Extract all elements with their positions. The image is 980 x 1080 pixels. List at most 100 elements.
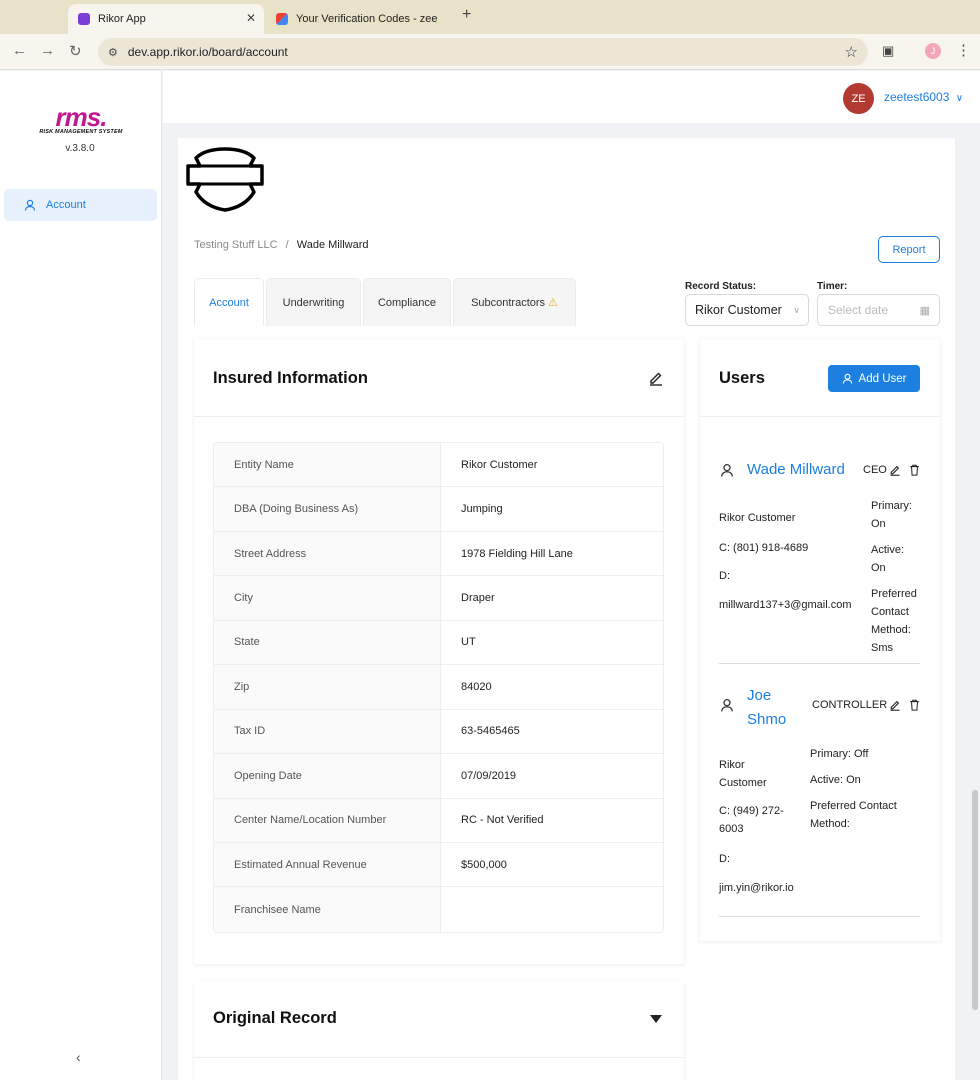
add-user-label: Add User xyxy=(858,372,907,385)
forward-icon[interactable]: → xyxy=(40,42,55,59)
insured-information-card: Insured Information Entity Name Rikor Cus… xyxy=(194,339,684,964)
name-line: Shmo xyxy=(747,711,787,728)
company-line: Rikor xyxy=(719,759,745,771)
row-value: RC - Not Verified xyxy=(461,814,544,827)
user-icon xyxy=(842,373,852,384)
bookmark-star-icon[interactable]: ☆ xyxy=(845,43,858,61)
user-role: CONTROLLER xyxy=(812,699,888,711)
browser-tab-gmail[interactable]: Your Verification Codes - zee xyxy=(266,4,456,34)
row-label: Estimated Annual Revenue xyxy=(214,842,441,887)
tab-underwriting[interactable]: Underwriting xyxy=(266,278,361,326)
username-label: zeetest6003 xyxy=(884,90,950,104)
user-name-link[interactable]: Wade Millward xyxy=(747,461,845,478)
edit-icon[interactable] xyxy=(889,464,901,476)
record-status-select[interactable]: Rikor Customer ∨ xyxy=(685,294,809,326)
row-value: 84020 xyxy=(461,680,492,693)
user-d: D: xyxy=(719,853,730,865)
row-value xyxy=(441,887,663,931)
breadcrumb-parent[interactable]: Testing Stuff LLC xyxy=(194,239,278,251)
user-phone: C: (801) 918-4689 xyxy=(719,542,809,554)
add-user-button[interactable]: Add User xyxy=(828,365,920,392)
row-value: UT xyxy=(461,636,476,649)
user-active: Active: On xyxy=(810,774,861,786)
row-value: 1978 Fielding Hill Lane xyxy=(461,547,573,560)
page-scrollbar[interactable] xyxy=(972,790,978,1010)
address-bar[interactable]: ⚙ dev.app.rikor.io/board/account ☆ xyxy=(98,38,868,66)
user-icon xyxy=(24,199,36,211)
user-email: jim.yin@rikor.io xyxy=(719,882,794,894)
pref-label: Contact xyxy=(871,606,909,618)
row-value: $500,000 xyxy=(461,858,507,871)
row-label: Franchisee Name xyxy=(214,887,441,932)
tab-account[interactable]: Account xyxy=(194,278,264,326)
avatar[interactable]: ZE xyxy=(843,83,874,114)
user-company: Rikor Customer xyxy=(719,756,767,792)
chevron-left-icon[interactable]: ‹ xyxy=(76,1049,81,1065)
warning-icon: ⚠ xyxy=(548,297,558,309)
record-status-label: Record Status: xyxy=(685,281,757,292)
new-tab-icon[interactable]: + xyxy=(462,6,471,24)
gmail-favicon-icon xyxy=(276,13,288,25)
sidebar: rms. RISK MANAGEMENT SYSTEM v.3.8.0 Acco… xyxy=(0,71,162,1080)
user-name-link[interactable]: Joe Shmo xyxy=(747,684,786,732)
user-d: D: xyxy=(719,570,730,582)
trash-icon[interactable] xyxy=(909,464,920,476)
sidebar-item-account[interactable]: Account xyxy=(4,189,157,221)
table-row: State UT xyxy=(214,620,663,666)
rms-logo: rms. RISK MANAGEMENT SYSTEM xyxy=(36,104,126,135)
company-line: Customer xyxy=(719,777,767,789)
trash-icon[interactable] xyxy=(909,699,920,711)
user-primary: Primary: On xyxy=(871,497,912,533)
user-role: CEO xyxy=(863,464,887,476)
table-row: Tax ID 63-5465465 xyxy=(214,709,663,755)
active-label: Active: xyxy=(871,544,905,556)
user-icon xyxy=(721,698,733,712)
main-panel: Testing Stuff LLC / Wade Millward Report… xyxy=(178,138,955,1080)
users-card: Users Add User Wade Millward CEO Rikor C… xyxy=(700,339,940,941)
chevron-down-icon: ∨ xyxy=(955,93,964,104)
row-label: Zip xyxy=(214,665,441,709)
browser-toolbar: ← → ↻ ⚙ dev.app.rikor.io/board/account ☆… xyxy=(0,34,980,70)
table-row: DBA (Doing Business As) Jumping xyxy=(214,487,663,532)
original-record-card[interactable]: Original Record xyxy=(194,981,684,1080)
user-active: Active: On xyxy=(871,541,904,577)
row-label: Entity Name xyxy=(214,443,441,487)
app-header: ZE zeetest6003 ∨ xyxy=(163,71,980,123)
user-email: millward137+3@gmail.com xyxy=(719,599,852,611)
report-button[interactable]: Report xyxy=(878,236,940,263)
table-row: Center Name/Location Number RC - Not Veri… xyxy=(214,798,663,843)
browser-tab-rikor[interactable]: Rikor App ✕ xyxy=(68,4,264,34)
tab-search-icon[interactable]: ▣ xyxy=(882,43,894,59)
user-divider xyxy=(719,916,920,917)
site-settings-icon[interactable]: ⚙ xyxy=(108,46,118,59)
row-label: State xyxy=(214,620,441,665)
row-label: Center Name/Location Number xyxy=(214,798,441,842)
close-tab-icon[interactable]: ✕ xyxy=(246,11,256,25)
card-divider xyxy=(700,416,940,417)
row-label: Street Address xyxy=(214,531,441,576)
row-value: Jumping xyxy=(461,503,503,516)
pref-label: Method: xyxy=(871,624,911,636)
table-row: City Draper xyxy=(214,576,663,621)
row-value: Rikor Customer xyxy=(461,458,538,471)
card-divider xyxy=(194,416,684,417)
primary-label: Primary: xyxy=(871,500,912,512)
profile-avatar[interactable]: J xyxy=(925,43,941,59)
reload-icon[interactable]: ↻ xyxy=(69,42,82,60)
url-text: dev.app.rikor.io/board/account xyxy=(127,45,288,59)
back-icon[interactable]: ← xyxy=(12,42,27,59)
row-value: 07/09/2019 xyxy=(461,769,517,782)
user-menu[interactable]: zeetest6003 ∨ xyxy=(884,90,963,104)
timer-date-input[interactable]: Select date ▦ xyxy=(817,294,940,326)
insured-info-table: Entity Name Rikor Customer DBA (Doing Bus… xyxy=(213,442,664,933)
caret-down-icon[interactable] xyxy=(650,1015,662,1023)
row-label: Tax ID xyxy=(214,709,441,754)
edit-icon[interactable] xyxy=(889,699,901,711)
user-icon xyxy=(721,463,733,477)
edit-icon[interactable] xyxy=(648,370,664,386)
row-label: City xyxy=(214,576,441,620)
tab-subcontractors[interactable]: Subcontractors ⚠ xyxy=(453,278,576,326)
browser-menu-icon[interactable]: ⋮ xyxy=(956,41,971,59)
tab-compliance[interactable]: Compliance xyxy=(363,278,451,326)
rikor-favicon-icon xyxy=(78,13,90,25)
